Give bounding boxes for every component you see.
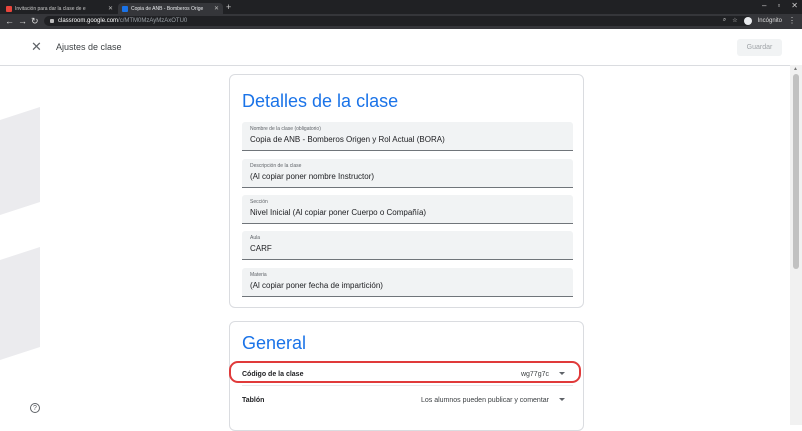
page-title: Ajustes de clase bbox=[56, 42, 122, 52]
maximize-icon[interactable]: ▫ bbox=[777, 1, 780, 10]
forward-arrow-icon[interactable]: → bbox=[18, 15, 27, 27]
save-button[interactable]: Guardar bbox=[737, 39, 782, 56]
incognito-avatar-icon[interactable] bbox=[743, 16, 752, 25]
tab-title: Copia de ANB - Bomberos Orige bbox=[131, 5, 204, 12]
new-tab-icon[interactable]: + bbox=[226, 2, 231, 12]
window-controls: – ▫ ✕ bbox=[762, 1, 798, 10]
stream-row[interactable]: Tablón Los alumnos pueden publicar y com… bbox=[242, 391, 573, 411]
back-arrow-icon[interactable]: ← bbox=[5, 15, 14, 27]
url-path: /c/MTM0MzAyMzAxOTU0 bbox=[118, 18, 188, 24]
section-field[interactable]: Sección Nivel Inicial (Al copiar poner C… bbox=[242, 195, 573, 224]
classroom-favicon-icon bbox=[122, 5, 128, 12]
address-bar[interactable]: classroom.google.com /c/MTM0MzAyMzAxOTU0 bbox=[44, 16, 752, 26]
field-label: Aula bbox=[250, 235, 261, 241]
field-label: Sección bbox=[250, 199, 268, 205]
field-value: Copia de ANB - Bomberos Origen y Rol Act… bbox=[250, 135, 445, 144]
field-value: (Al copiar poner nombre Instructor) bbox=[250, 172, 375, 181]
minimize-icon[interactable]: – bbox=[762, 1, 766, 10]
general-heading: General bbox=[242, 333, 307, 353]
browser-tab-invitation[interactable]: Invitación para dar la clase de e ✕ bbox=[2, 3, 117, 14]
background-shape bbox=[0, 107, 40, 228]
class-details-heading: Detalles de la clase bbox=[242, 91, 399, 111]
help-icon[interactable]: ? bbox=[30, 403, 40, 413]
zoom-icon[interactable]: ⌕ bbox=[723, 17, 726, 24]
toolbar-actions: ⌕ ☆ Incógnito ⋮ bbox=[723, 16, 796, 25]
field-value: Nivel Inicial (Al copiar poner Cuerpo o … bbox=[250, 208, 427, 217]
class-code-highlight bbox=[229, 361, 581, 383]
profile-label: Incógnito bbox=[757, 17, 782, 24]
dropdown-arrow-icon[interactable] bbox=[559, 398, 565, 401]
close-window-icon[interactable]: ✕ bbox=[791, 1, 798, 10]
field-value: (Al copiar poner fecha de impartición) bbox=[250, 281, 383, 290]
field-value: CARF bbox=[250, 244, 272, 253]
browser-tab-strip: Invitación para dar la clase de e ✕ Copi… bbox=[0, 0, 802, 14]
url-host: classroom.google.com bbox=[58, 18, 119, 24]
tab-title: Invitación para dar la clase de e bbox=[15, 5, 86, 12]
field-label: Nombre de la clase (obligatorio) bbox=[250, 126, 321, 132]
stream-label: Tablón bbox=[242, 397, 265, 404]
scrollbar-thumb[interactable] bbox=[793, 74, 799, 269]
close-tab-icon[interactable]: ✕ bbox=[108, 5, 113, 12]
subject-field[interactable]: Materia (Al copiar poner fecha de impart… bbox=[242, 268, 573, 297]
gmail-favicon-icon bbox=[6, 5, 12, 12]
browser-tab-classroom[interactable]: Copia de ANB - Bomberos Orige ✕ bbox=[118, 3, 223, 14]
background-shape bbox=[0, 247, 40, 373]
class-name-field[interactable]: Nombre de la clase (obligatorio) Copia d… bbox=[242, 122, 573, 151]
room-field[interactable]: Aula CARF bbox=[242, 231, 573, 260]
close-icon[interactable]: ✕ bbox=[31, 40, 42, 53]
field-label: Materia bbox=[250, 272, 267, 278]
scroll-up-arrow-icon[interactable]: ▲ bbox=[793, 66, 798, 72]
reload-icon[interactable]: ↻ bbox=[31, 15, 39, 27]
class-details-card: Detalles de la clase Nombre de la clase … bbox=[229, 74, 584, 308]
browser-toolbar: ← → ↻ classroom.google.com /c/MTM0MzAyMz… bbox=[0, 14, 802, 29]
lock-icon bbox=[50, 19, 54, 23]
app-header: ✕ Ajustes de clase Guardar bbox=[0, 29, 790, 66]
stream-permission-value: Los alumnos pueden publicar y comentar bbox=[420, 397, 549, 404]
star-icon[interactable]: ☆ bbox=[732, 17, 737, 24]
menu-dots-icon[interactable]: ⋮ bbox=[788, 16, 796, 25]
field-label: Descripción de la clase bbox=[250, 163, 302, 169]
class-description-field[interactable]: Descripción de la clase (Al copiar poner… bbox=[242, 159, 573, 188]
close-tab-icon[interactable]: ✕ bbox=[214, 5, 219, 12]
